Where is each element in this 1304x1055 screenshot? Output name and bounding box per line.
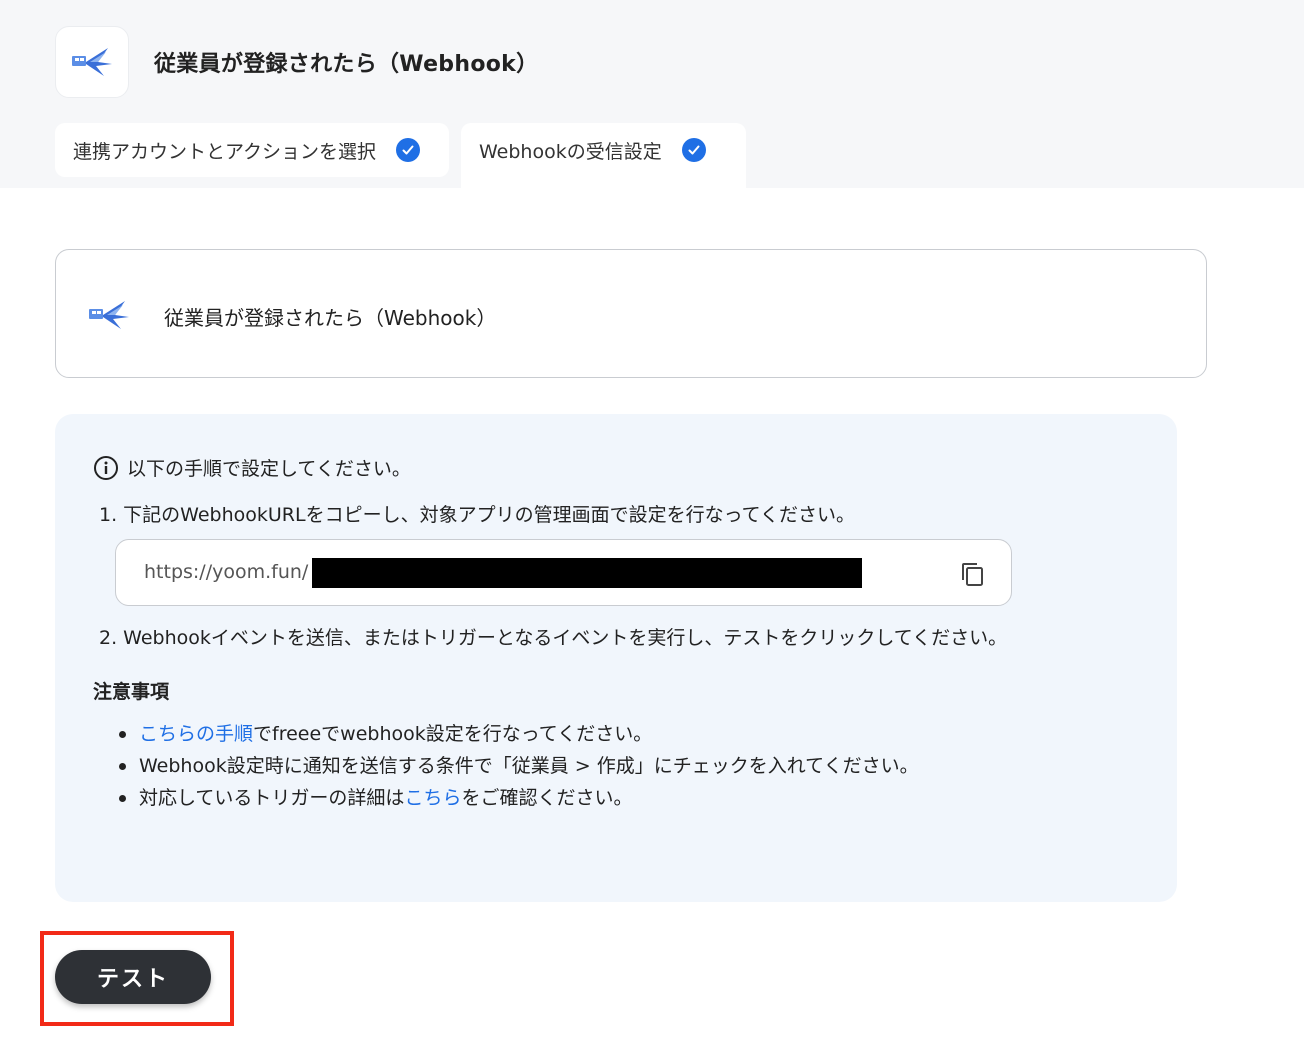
note-text: でfreeeでwebhook設定を行なってください。 — [253, 723, 653, 745]
copy-icon[interactable] — [958, 560, 986, 588]
tab-label: 連携アカウントとアクションを選択 — [73, 140, 377, 163]
note-text: 対応しているトリガーの詳細は — [139, 787, 405, 809]
freee-bird-icon — [89, 301, 129, 329]
page-title: 従業員が登録されたら（Webhook） — [154, 52, 539, 77]
note-text: をご確認ください。 — [461, 787, 633, 809]
webhook-url-text[interactable]: https://yoom.fun/ — [144, 561, 308, 583]
step-1-text: 1. 下記のWebhookURLをコピーし、対象アプリの管理画面で設定を行なって… — [99, 504, 856, 526]
instructions-panel: 以下の手順で設定してください。 1. 下記のWebhookURLをコピーし、対象… — [55, 414, 1177, 902]
webhook-url-field[interactable]: https://yoom.fun/ — [115, 539, 1012, 606]
info-icon — [94, 455, 118, 480]
trigger-card: 従業員が登録されたら（Webhook） — [55, 249, 1207, 378]
list-item: 対応しているトリガーの詳細はこちらをご確認ください。 — [115, 782, 919, 814]
check-icon — [681, 138, 706, 162]
tab-webhook-settings[interactable]: Webhookの受信設定 — [461, 123, 746, 189]
redacted-block — [312, 558, 862, 588]
instructions-heading-text: 以下の手順で設定してください。 — [127, 458, 411, 480]
list-item: こちらの手順でfreeeでwebhook設定を行なってください。 — [115, 718, 919, 750]
freee-bird-icon — [72, 48, 112, 76]
trigger-details-link[interactable]: こちら — [404, 787, 461, 809]
list-item: Webhook設定時に通知を送信する条件で「従業員 > 作成」にチェックを入れて… — [115, 750, 919, 782]
test-button[interactable]: テスト — [55, 950, 211, 1004]
instructions-heading: 以下の手順で設定してください。 — [93, 454, 411, 481]
check-icon — [396, 138, 421, 162]
app-icon-container — [55, 26, 129, 98]
notes-list: こちらの手順でfreeeでwebhook設定を行なってください。 Webhook… — [115, 718, 919, 814]
tab-label: Webhookの受信設定 — [479, 140, 662, 163]
tab-account-action[interactable]: 連携アカウントとアクションを選択 — [55, 123, 449, 177]
step-2-text: 2. Webhookイベントを送信、またはトリガーとなるイベントを実行し、テスト… — [99, 627, 1008, 649]
procedure-link[interactable]: こちらの手順 — [139, 723, 253, 745]
notes-title: 注意事項 — [93, 681, 170, 703]
trigger-label: 従業員が登録されたら（Webhook） — [164, 306, 497, 330]
